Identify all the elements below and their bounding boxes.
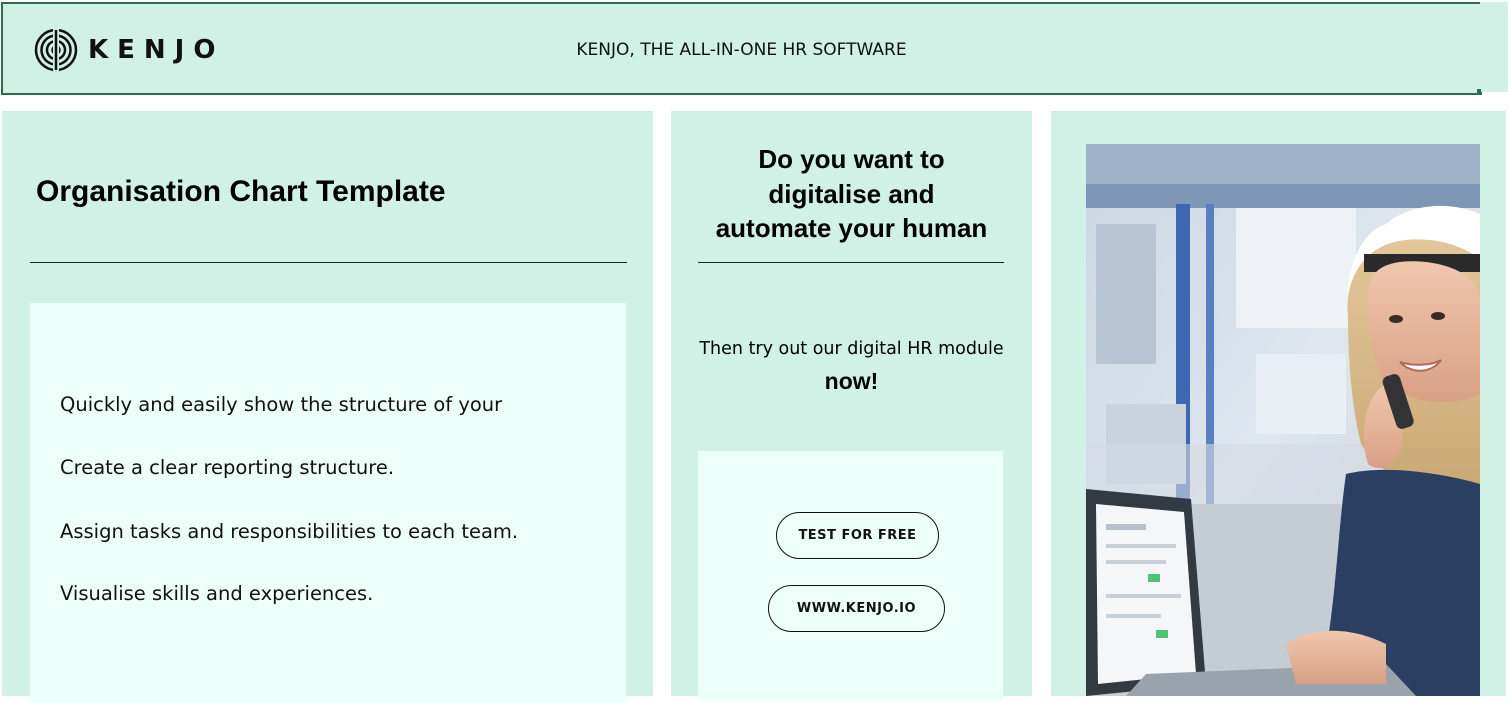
promo-divider bbox=[698, 262, 1004, 263]
cta-card: TEST FOR FREE WWW.KENJO.IO bbox=[698, 451, 1003, 701]
feature-item: Visualise skills and experiences. bbox=[60, 582, 374, 605]
header-banner: KENJO KENJO, THE ALL-IN-ONE HR SOFTWARE bbox=[1, 2, 1482, 95]
page-title: Organisation Chart Template bbox=[36, 175, 446, 208]
promo-emphasis: now! bbox=[824, 368, 879, 394]
promo-title-line: digitalise and bbox=[768, 178, 935, 209]
template-info-panel: Organisation Chart Template Quickly and … bbox=[2, 111, 653, 703]
photo-panel bbox=[1051, 111, 1506, 696]
header-strip bbox=[1480, 2, 1508, 92]
test-for-free-button[interactable]: TEST FOR FREE bbox=[776, 512, 939, 559]
promo-title-line: Do you want to bbox=[758, 144, 945, 174]
header-tagline: KENJO, THE ALL-IN-ONE HR SOFTWARE bbox=[576, 40, 907, 60]
woman-with-laptop-photo bbox=[1086, 144, 1480, 696]
website-link-button[interactable]: WWW.KENJO.IO bbox=[768, 585, 945, 632]
feature-item: Assign tasks and responsibilities to eac… bbox=[60, 520, 519, 543]
promo-subtitle: Then try out our digital HR module bbox=[699, 339, 1004, 359]
feature-item: Quickly and easily show the structure of… bbox=[60, 393, 503, 416]
promo-title-line: automate your human bbox=[715, 213, 988, 243]
feature-list-card: Quickly and easily show the structure of… bbox=[30, 303, 626, 703]
cell-selection-handle[interactable] bbox=[1477, 89, 1481, 93]
promo-title: Do you want to digitalise and automate y… bbox=[671, 142, 1032, 246]
promo-panel: Do you want to digitalise and automate y… bbox=[671, 111, 1032, 701]
title-divider bbox=[30, 262, 627, 263]
feature-item: Create a clear reporting structure. bbox=[60, 456, 395, 479]
